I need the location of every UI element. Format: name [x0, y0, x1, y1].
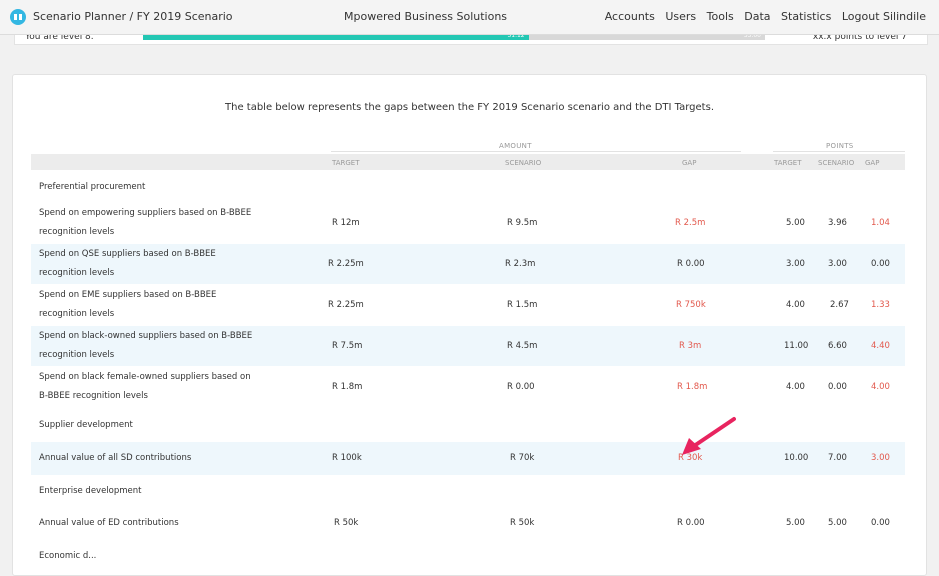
scenario-value: R 50k: [510, 518, 535, 528]
table-row: Annual value of all SD contributions R 1…: [31, 442, 905, 475]
gap-value: R 0.00: [677, 259, 705, 269]
gap-value: R 1.8m: [677, 382, 708, 392]
nav-link-tools[interactable]: Tools: [707, 10, 734, 23]
nav-links: Accounts Users Tools Data Statistics Log…: [598, 10, 926, 23]
gap-value: R 0.00: [677, 518, 705, 528]
points-target: 4.00: [786, 300, 805, 310]
points-gap: 4.00: [871, 382, 890, 392]
row-label: Spend on black female-owned suppliers ba…: [39, 372, 251, 401]
nav-link-logout[interactable]: Logout Silindile: [842, 10, 926, 23]
intro-suffix: .: [710, 102, 714, 113]
intro-text: The table below represents the gaps betw…: [13, 102, 926, 113]
target-value: R 100k: [332, 453, 362, 463]
row-label: Annual value of all SD contributions: [39, 453, 192, 463]
points-target: 4.00: [786, 382, 805, 392]
scenario-value: R 9.5m: [507, 218, 538, 228]
table-row: Spend on black-owned suppliers based on …: [31, 326, 905, 366]
amount-group-header: AMOUNT: [499, 142, 532, 150]
col-points-gap[interactable]: GAP: [865, 159, 879, 167]
top-navbar: Scenario Planner / FY 2019 Scenario Mpow…: [0, 0, 939, 35]
scenario-value: R 4.5m: [507, 341, 538, 351]
points-scenario: 3.00: [828, 259, 847, 269]
annotation-arrow-icon: [682, 417, 736, 455]
points-scenario: 3.96: [828, 218, 847, 228]
scenario-value: R 0.00: [507, 382, 535, 392]
intro-scenario-name: FY 2019 Scenario: [477, 102, 565, 113]
nav-link-data[interactable]: Data: [744, 10, 770, 23]
points-target: 10.00: [784, 453, 809, 463]
table-row: Spend on EME suppliers based on B-BBEE re…: [31, 285, 905, 325]
row-label: Spend on empowering suppliers based on B…: [39, 208, 252, 237]
col-gap[interactable]: GAP: [682, 159, 696, 167]
intro-targets: DTI Targets: [654, 102, 711, 113]
col-points-scenario[interactable]: SCENARIO: [818, 159, 854, 167]
breadcrumb[interactable]: Scenario Planner / FY 2019 Scenario: [33, 10, 233, 23]
points-gap: 4.40: [871, 341, 890, 351]
scenario-value: R 1.5m: [507, 300, 538, 310]
points-scenario: 6.60: [828, 341, 847, 351]
points-target: 3.00: [786, 259, 805, 269]
points-scenario: 0.00: [828, 382, 847, 392]
table-row: Spend on black female-owned suppliers ba…: [31, 367, 905, 407]
section-preferential-procurement: Preferential procurement: [39, 182, 146, 192]
row-label: Annual value of ED contributions: [39, 518, 179, 528]
row-label: Spend on QSE suppliers based on B-BBEE re…: [39, 249, 216, 278]
table-row: Annual value of ED contributions R 50k R…: [31, 507, 905, 540]
scenario-planner-logo-icon[interactable]: [10, 9, 26, 25]
col-points-target[interactable]: TARGET: [774, 159, 802, 167]
target-value: R 2.25m: [328, 259, 364, 269]
company-name: Mpowered Business Solutions: [344, 10, 508, 23]
amount-group-rule: [331, 151, 741, 152]
target-value: R 2.25m: [328, 300, 364, 310]
points-scenario: 5.00: [828, 518, 847, 528]
section-supplier-development: Supplier development: [39, 420, 133, 430]
points-gap: 0.00: [871, 259, 890, 269]
col-target[interactable]: TARGET: [332, 159, 360, 167]
points-gap: 3.00: [871, 453, 890, 463]
table-row: Spend on QSE suppliers based on B-BBEE re…: [31, 244, 905, 284]
scenario-value: R 70k: [510, 453, 535, 463]
points-gap: 0.00: [871, 518, 890, 528]
target-value: R 12m: [332, 218, 360, 228]
nav-link-statistics[interactable]: Statistics: [781, 10, 831, 23]
gap-value: R 3m: [679, 341, 702, 351]
points-scenario: 7.00: [828, 453, 847, 463]
gap-value: R 750k: [676, 300, 706, 310]
nav-link-users[interactable]: Users: [665, 10, 696, 23]
column-header-row: TARGET SCENARIO GAP TARGET SCENARIO GAP: [31, 154, 905, 170]
points-scenario: 2.67: [830, 300, 849, 310]
intro-prefix: The table below represents the gaps betw…: [225, 102, 478, 113]
section-next-cut-off: Economic d...: [39, 551, 97, 561]
points-gap: 1.04: [871, 218, 890, 228]
target-value: R 50k: [334, 518, 359, 528]
row-label: Spend on EME suppliers based on B-BBEE re…: [39, 290, 217, 319]
row-label: Spend on black-owned suppliers based on …: [39, 331, 253, 360]
intro-middle: scenario and the: [564, 102, 655, 113]
col-scenario[interactable]: SCENARIO: [505, 159, 541, 167]
points-target: 11.00: [784, 341, 809, 351]
points-target: 5.00: [786, 518, 805, 528]
gap-value: R 2.5m: [675, 218, 706, 228]
points-group-header: POINTS: [826, 142, 854, 150]
points-group-rule: [773, 151, 905, 152]
gap-analysis-card: The table below represents the gaps betw…: [12, 74, 927, 576]
target-value: R 1.8m: [332, 382, 363, 392]
table-row: Spend on empowering suppliers based on B…: [31, 203, 905, 243]
points-gap: 1.33: [871, 300, 890, 310]
points-target: 5.00: [786, 218, 805, 228]
target-value: R 7.5m: [332, 341, 363, 351]
scenario-value: R 2.3m: [505, 259, 536, 269]
nav-link-accounts[interactable]: Accounts: [605, 10, 655, 23]
section-enterprise-development: Enterprise development: [39, 486, 142, 496]
